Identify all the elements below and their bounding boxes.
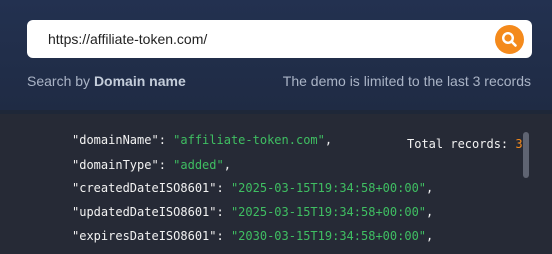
json-key: "createdDateISO8601": <box>72 181 231 195</box>
json-punct: , <box>426 229 434 243</box>
result-line: "expiresDateISO8601": "2030-03-15T19:34:… <box>72 229 433 243</box>
json-value: "2025-03-15T19:34:58+00:00" <box>230 181 427 195</box>
result-line: "domainType": "added", <box>72 158 231 172</box>
search-hint-prefix: Search by <box>27 73 94 89</box>
total-records-count: 3 <box>515 137 523 151</box>
json-value: "affiliate-token.com" <box>173 133 325 147</box>
json-value: "2025-03-15T19:34:58+00:00" <box>230 205 427 219</box>
json-key: "domainType": <box>72 158 174 172</box>
json-key: "updatedDateISO8601": <box>72 205 231 219</box>
json-value: "2030-03-15T19:34:58+00:00" <box>230 229 427 243</box>
json-value: "added" <box>173 158 224 172</box>
search-box <box>27 20 532 58</box>
json-key: "expiresDateISO8601": <box>72 229 231 243</box>
scrollbar[interactable] <box>523 132 529 178</box>
search-input[interactable] <box>48 20 488 58</box>
json-punct: , <box>426 205 434 219</box>
total-records-label: Total records: <box>407 137 516 151</box>
json-punct: , <box>223 158 231 172</box>
result-line: "domainName": "affiliate-token.com", <box>72 133 332 147</box>
search-button[interactable] <box>495 25 524 54</box>
result-line: "updatedDateISO8601": "2025-03-15T19:34:… <box>72 205 433 219</box>
search-panel: Search by Domain name The demo is limite… <box>0 0 552 110</box>
total-records: Total records: 3 <box>407 137 523 151</box>
json-key: "domainName": <box>72 133 174 147</box>
search-icon <box>501 31 517 47</box>
search-hint-field: Domain name <box>93 73 186 89</box>
json-punct: , <box>426 181 434 195</box>
json-punct: , <box>324 133 333 147</box>
search-hint: Search by Domain name <box>27 73 186 89</box>
result-line: "createdDateISO8601": "2025-03-15T19:34:… <box>72 181 433 195</box>
limit-notice: The demo is limited to the last 3 record… <box>282 73 531 89</box>
results-panel: "domainName": "affiliate-token.com", "do… <box>0 114 552 254</box>
